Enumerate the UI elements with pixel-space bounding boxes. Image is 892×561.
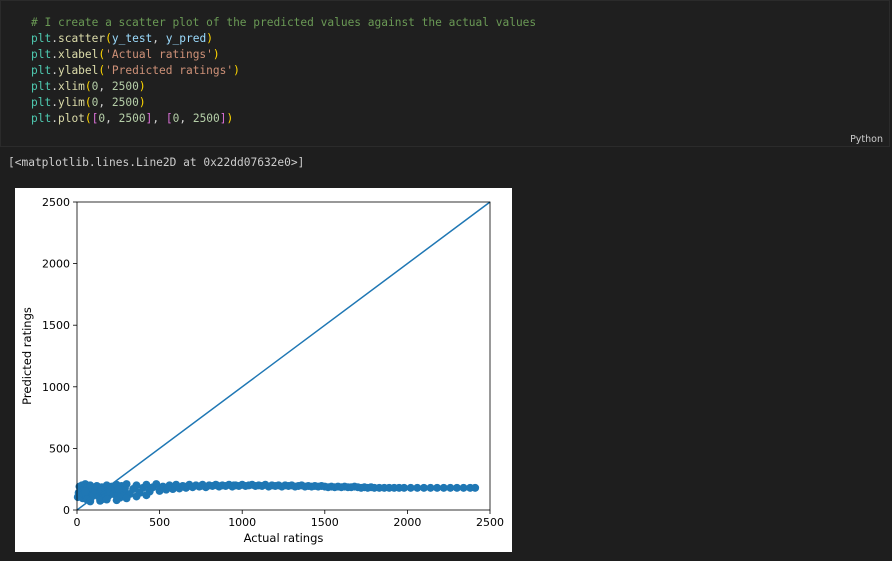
code-token: 2500 [111,96,139,109]
code-token: , [179,112,193,125]
code-token: , [152,112,166,125]
scatter-point [122,480,131,489]
scatter-point [132,492,141,501]
scatter-point [147,483,156,492]
code-token: plt [31,96,52,109]
code-cell[interactable]: # I create a scatter plot of the predict… [0,0,890,147]
x-tick-label: 1000 [228,516,256,529]
code-line: plt.ylim(0, 2500) [31,95,536,111]
scatter-chart-svg: 0 500 1000 1500 2000 2500 0 500 1000 1500 2000 2500… [20,196,504,545]
code-token: ylabel [57,64,99,77]
y-tick-label: 2000 [42,258,70,271]
code-token: plt [31,48,52,61]
scatter-point [130,484,139,493]
code-token: 2500 [192,112,220,125]
code-token: ( [84,80,92,93]
x-tick-label: 2000 [393,516,421,529]
scatter-point [229,481,238,490]
scatter-point [180,482,189,491]
scatter-point [81,487,90,496]
y-tick-label: 0 [63,504,70,517]
scatter-point [96,496,105,505]
scatter-point [142,491,151,500]
code-token: y_pred [165,32,207,45]
code-token: . [51,48,58,61]
x-tick-label: 2500 [476,516,504,529]
code-token: 2500 [118,112,146,125]
code-token: , [98,96,112,109]
code-token: ] [219,112,227,125]
code-token: # I create a scatter plot of the predict… [31,16,537,29]
code-editor[interactable]: # I create a scatter plot of the predict… [31,15,536,127]
code-token: . [51,80,58,93]
code-token: ( [105,32,112,45]
code-token: ) [138,80,146,93]
y-tick-label: 2500 [42,196,70,209]
code-token: xlim [57,80,85,93]
code-token: , [98,80,112,93]
code-token: ) [138,96,146,109]
scatter-point [196,481,205,490]
output-text: [<matplotlib.lines.Line2D at 0x22dd07632… [8,156,305,169]
code-line: plt.ylabel('Predicted ratings') [31,63,536,79]
code-token: ) [233,64,240,77]
scatter-point [114,485,123,494]
scatter-point [112,496,121,505]
code-line: plt.scatter(y_test, y_pred) [31,31,536,47]
code-line: plt.xlabel('Actual ratings') [31,47,536,63]
code-token: ( [84,112,92,125]
code-token: ( [84,96,92,109]
x-axis-label: Actual ratings [244,531,324,545]
code-token: ) [226,112,234,125]
code-line: plt.xlim(0, 2500) [31,79,536,95]
scatter-point [471,483,480,492]
y-tick-label: 1000 [42,381,70,394]
code-token: plt [31,80,52,93]
code-token: 2500 [111,80,139,93]
y-axis-label: Predicted ratings [20,307,34,405]
scatter-point [102,495,111,504]
code-token: ) [212,48,220,61]
code-token: xlabel [57,48,99,61]
x-tick-label: 500 [149,516,170,529]
scatter-plot: 0 500 1000 1500 2000 2500 0 500 1000 1500 2000 2500… [15,188,512,552]
code-token: . [51,32,58,45]
code-token: [ [165,112,173,125]
language-label[interactable]: Python [850,134,883,145]
x-tick-label: 1500 [311,516,339,529]
code-token: y_test [111,32,153,45]
x-tick-label: 0 [74,516,81,529]
code-token: scatter [57,32,106,45]
code-token: . [51,96,58,109]
code-token: ylim [57,96,85,109]
scatter-point [213,481,222,490]
code-token: 'Actual ratings' [105,48,213,61]
scatter-point [122,494,131,503]
code-token: 'Predicted ratings' [105,64,234,77]
code-token: plt [31,112,52,125]
code-token: ) [206,32,213,45]
code-line: plt.plot([0, 2500], [0, 2500]) [31,111,536,127]
reference-line [76,201,491,511]
code-token: plt [31,64,52,77]
code-token: , [152,32,166,45]
code-token: , [105,112,119,125]
code-token: . [51,112,58,125]
y-tick-label: 1500 [42,319,70,332]
code-token: . [51,64,58,77]
code-line: # I create a scatter plot of the predict… [31,15,536,31]
y-tick-label: 500 [49,442,70,455]
code-token: plot [57,112,85,125]
scatter-point [163,483,172,492]
code-token: plt [31,32,52,45]
